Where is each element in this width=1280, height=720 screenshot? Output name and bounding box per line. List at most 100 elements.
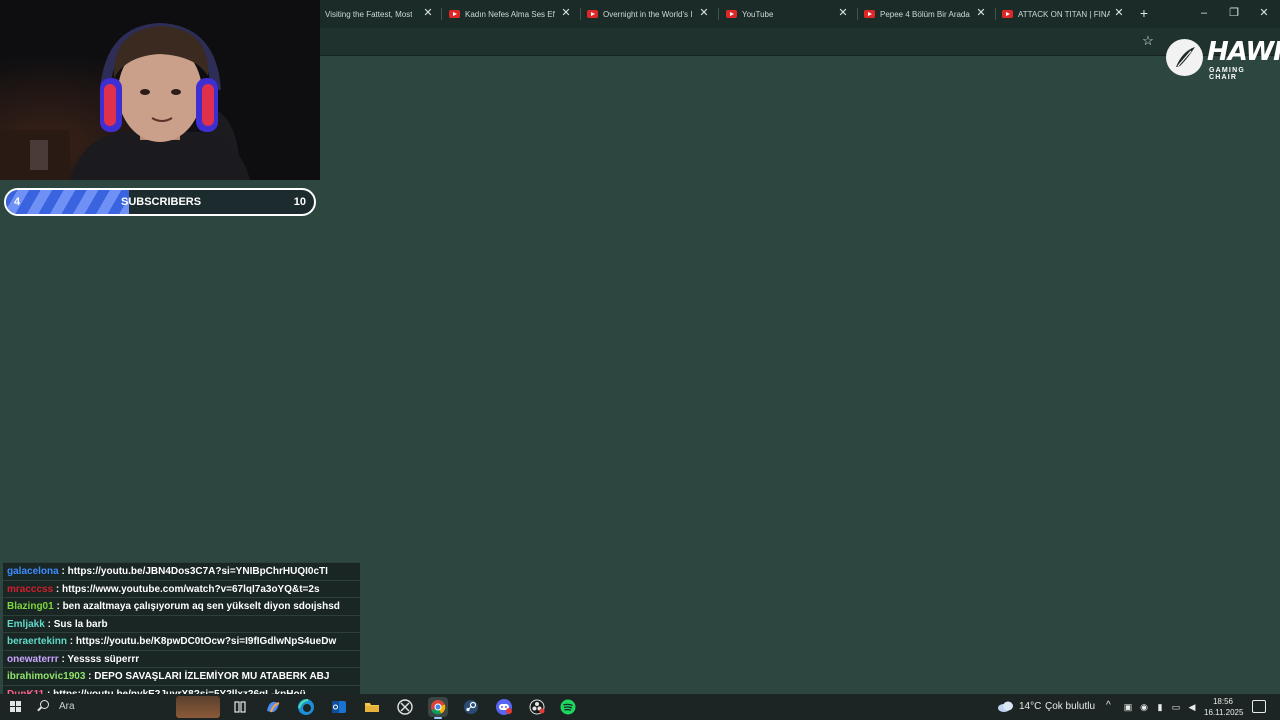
search-highlight-image	[176, 696, 220, 718]
webcam-feed	[0, 0, 320, 180]
tab-title: Overnight in the World's I	[603, 9, 693, 19]
tab-close-icon[interactable]: ✕	[697, 6, 711, 20]
bookmark-star-icon[interactable]: ☆	[1140, 33, 1156, 49]
minimize-button[interactable]: –	[1192, 4, 1216, 22]
volume-icon[interactable]: ◀	[1187, 702, 1197, 712]
discord-icon[interactable]	[494, 697, 514, 717]
close-window-button[interactable]: ✕	[1252, 4, 1276, 22]
tab-divider	[995, 8, 996, 20]
tab-close-icon[interactable]: ✕	[421, 6, 435, 20]
tab-close-icon[interactable]: ✕	[974, 6, 988, 20]
spotify-icon[interactable]	[558, 697, 578, 717]
tab-close-icon[interactable]: ✕	[1112, 6, 1126, 20]
restore-button[interactable]: ❐	[1222, 4, 1246, 22]
tray-app-icon[interactable]: ▣	[1123, 702, 1133, 712]
chat-text: ben azaltmaya çalışıyorum aq sen yükselt…	[62, 601, 340, 612]
chat-message: mracccss : https://www.youtube.com/watch…	[3, 579, 360, 597]
subscriber-target-count: 10	[293, 196, 306, 208]
weather-condition[interactable]: Çok bulutlu	[1045, 701, 1095, 712]
youtube-icon	[726, 10, 737, 18]
chat-username: onewaterrr	[7, 653, 59, 665]
chat-text: https://youtu.be/K8pwDC0tOcw?si=I9fIGdlw…	[75, 636, 337, 647]
tab-divider	[857, 8, 858, 20]
chat-text: Yessss süperrr	[67, 653, 140, 665]
chat-username: galacelona	[7, 566, 59, 577]
chat-separator: :	[44, 618, 54, 630]
youtube-icon	[587, 10, 598, 18]
microphone-icon[interactable]: ▮	[1155, 702, 1165, 712]
clock-time: 18:56	[1212, 697, 1234, 706]
xbox-icon[interactable]	[395, 697, 415, 717]
chat-text: DEPO SAVAŞLARI İZLEMİYOR MU ATABERK ABJ	[94, 671, 330, 682]
subscriber-goal-bar: 4 SUBSCRIBERS 10	[4, 188, 316, 216]
subscriber-progress-fill	[6, 190, 130, 214]
tab-close-icon[interactable]: ✕	[559, 6, 573, 20]
chat-username: mracccss	[7, 583, 54, 595]
hawk-feather-icon	[1166, 39, 1203, 76]
taskbar-search-box[interactable]: Ara	[32, 694, 172, 720]
browser-tab[interactable]: Visiting the Fattest, Most ✕	[325, 4, 435, 24]
network-icon[interactable]: ▭	[1171, 702, 1181, 712]
edge-icon[interactable]	[296, 697, 316, 717]
chat-username: Emljakk	[7, 618, 45, 630]
show-hidden-icons-chevron-icon[interactable]: ^	[1106, 700, 1111, 711]
new-tab-button[interactable]: +	[1136, 5, 1152, 21]
file-explorer-icon[interactable]	[362, 697, 382, 717]
chat-message: galacelona : https://youtu.be/JBN4Dos3C7…	[3, 562, 360, 580]
chat-separator: :	[85, 671, 95, 682]
subscriber-current-count: 4	[14, 196, 21, 208]
subscriber-label: SUBSCRIBERS	[121, 196, 202, 208]
hawk-gaming-chair-logo: HAWK GAMING CHAIR	[1166, 37, 1280, 81]
outlook-icon[interactable]	[329, 697, 349, 717]
tab-divider	[718, 8, 719, 20]
search-icon	[40, 700, 49, 709]
chat-username: beraertekinn	[7, 636, 68, 647]
youtube-icon	[864, 10, 875, 18]
chat-message: beraertekinn : https://youtu.be/K8pwDC0t…	[3, 632, 360, 650]
browser-tab[interactable]: ATTACK ON TITAN | FINAL ✕	[1002, 4, 1126, 24]
windows-taskbar: Ara 14°C Çok bulutlu ^ ▣ ◉ ▮ ▭ ◀ 18:56 1…	[0, 694, 1280, 720]
tab-title: Kadın Nefes Alma Ses Efe	[465, 9, 555, 19]
tab-title: Visiting the Fattest, Most	[325, 9, 413, 19]
tab-title: Pepee 4 Bölüm Bir Arada	[880, 9, 970, 19]
copilot-icon[interactable]	[263, 697, 283, 717]
tab-divider	[441, 8, 442, 20]
chat-message: onewaterrr : Yessss süperrr	[3, 649, 360, 667]
youtube-icon	[1002, 10, 1013, 18]
youtube-icon	[449, 10, 460, 18]
chat-text: https://youtu.be/JBN4Dos3C7A?si=YNIBpChr…	[67, 566, 328, 577]
chat-username: Blazing01	[7, 601, 54, 612]
chat-username: ibrahimovic1903	[7, 671, 86, 682]
browser-tab[interactable]: YouTube ✕	[726, 4, 850, 24]
chat-message: Blazing01 : ben azaltmaya çalışıyorum aq…	[3, 597, 360, 615]
logo-subtitle: GAMING CHAIR	[1209, 67, 1245, 81]
obs-icon[interactable]	[527, 697, 547, 717]
chat-message: Emljakk : Sus la barb	[3, 614, 360, 632]
chat-separator: :	[53, 601, 63, 612]
chat-separator: :	[53, 583, 63, 595]
notification-center-icon[interactable]	[1252, 700, 1266, 713]
chrome-icon[interactable]	[428, 697, 448, 719]
tab-divider	[580, 8, 581, 20]
tab-title: YouTube	[742, 9, 774, 19]
browser-tab[interactable]: Pepee 4 Bölüm Bir Arada ✕	[864, 4, 988, 24]
tab-title: ATTACK ON TITAN | FINAL	[1018, 9, 1110, 19]
weather-temperature[interactable]: 14°C	[1019, 701, 1041, 712]
tab-close-icon[interactable]: ✕	[836, 6, 850, 20]
browser-tab[interactable]: Overnight in the World's I ✕	[587, 4, 711, 24]
tray-app-icon[interactable]: ◉	[1139, 702, 1149, 712]
steam-icon[interactable]	[461, 697, 481, 717]
search-placeholder: Ara	[59, 701, 75, 712]
clock-date: 16.11.2025	[1204, 708, 1244, 717]
chat-overlay: galacelona : https://youtu.be/JBN4Dos3C7…	[3, 562, 360, 702]
chat-text: Sus la barb	[53, 618, 108, 630]
browser-tab[interactable]: Kadın Nefes Alma Ses Efe ✕	[449, 4, 573, 24]
chat-separator: :	[58, 566, 68, 577]
windows-start-icon[interactable]	[10, 701, 22, 713]
taskbar-clock[interactable]: 18:56 16.11.2025	[1204, 696, 1244, 718]
task-view-icon[interactable]	[230, 697, 250, 717]
cloudy-weather-icon[interactable]	[997, 699, 1015, 713]
chat-text: https://www.youtube.com/watch?v=67lqI7a3…	[62, 583, 320, 595]
chat-message: ibrahimovic1903 : DEPO SAVAŞLARI İZLEMİY…	[3, 667, 360, 685]
chat-separator: :	[67, 636, 76, 647]
